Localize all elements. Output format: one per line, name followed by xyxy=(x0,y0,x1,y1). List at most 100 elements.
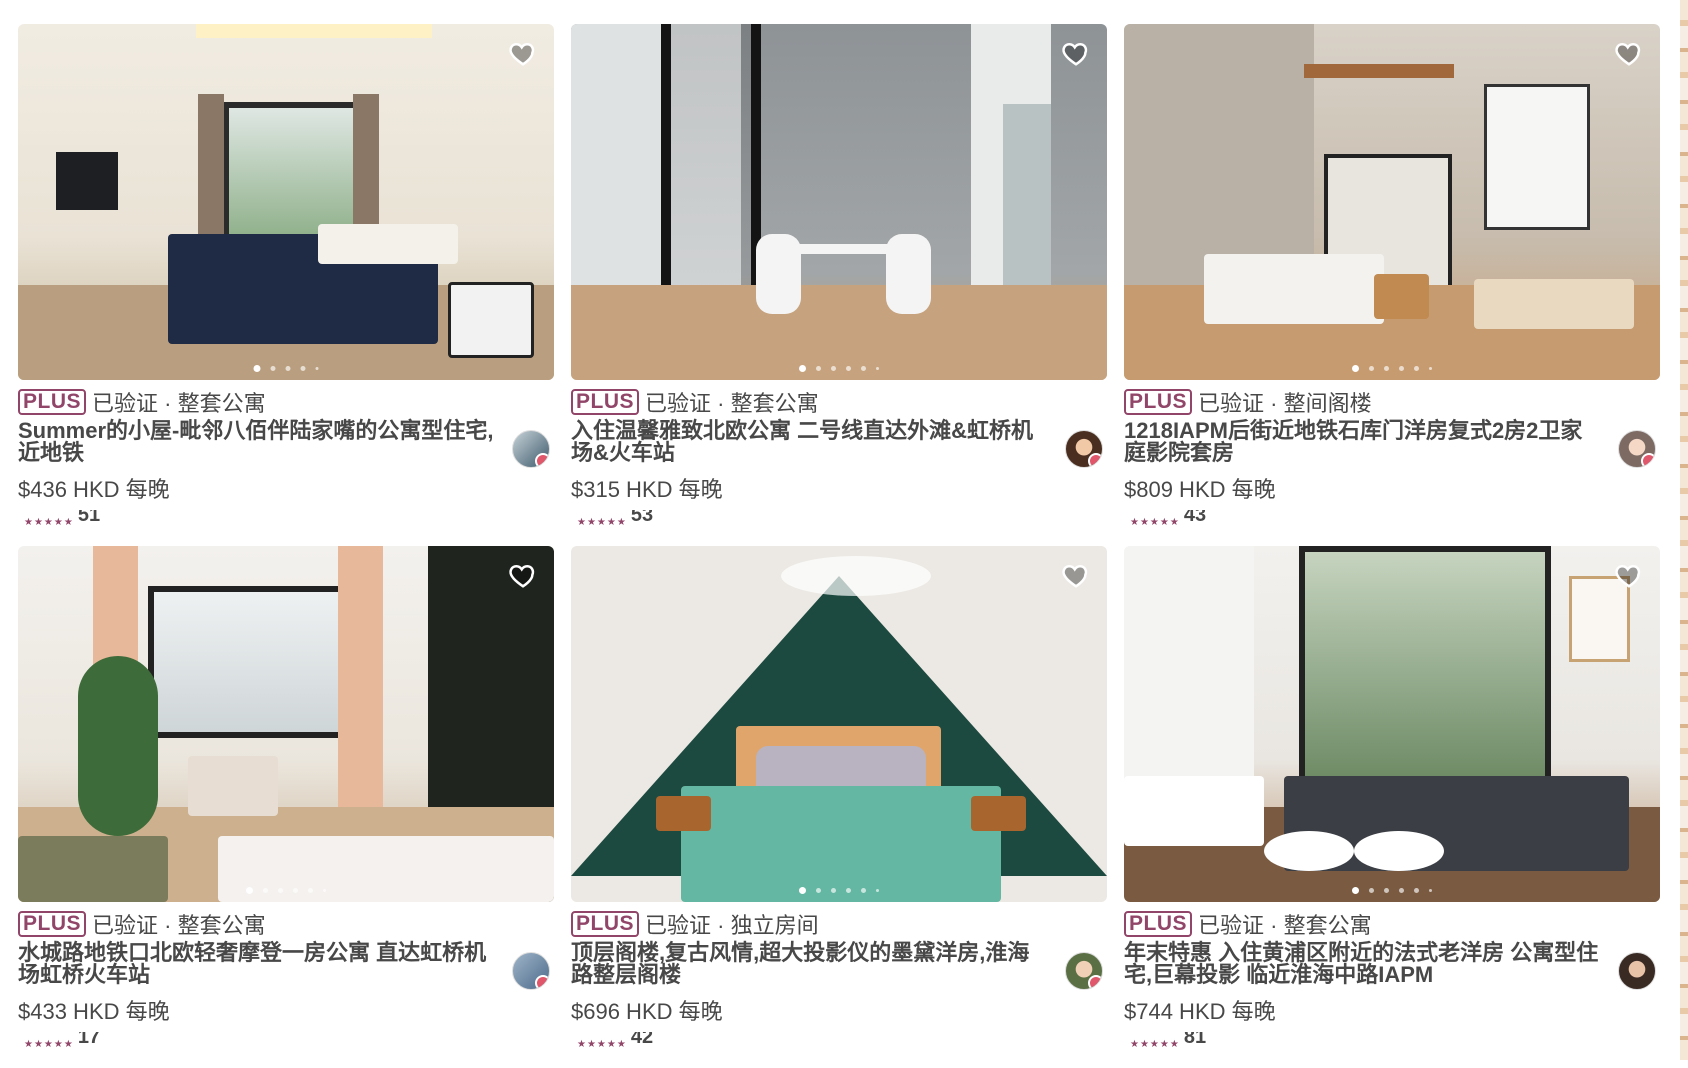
star-icon: ★★★★★ xyxy=(1130,1039,1180,1050)
superhost-badge-icon xyxy=(1088,975,1102,989)
listing-title[interactable]: 入住温馨雅致北欧公寓 二号线直达外滩&虹桥机场&火车站 xyxy=(571,420,1051,464)
favorite-heart-icon[interactable] xyxy=(1061,560,1091,590)
carousel-dot[interactable] xyxy=(315,367,319,370)
carousel-dots xyxy=(1352,887,1432,894)
favorite-heart-icon[interactable] xyxy=(1614,560,1644,590)
listing-price: $744 HKD 每晚 xyxy=(1124,999,1276,1024)
carousel-dot[interactable] xyxy=(253,365,261,372)
host-avatar[interactable] xyxy=(512,430,550,468)
host-avatar[interactable] xyxy=(1065,430,1103,468)
carousel-dot[interactable] xyxy=(278,888,283,893)
carousel-dot[interactable] xyxy=(323,889,326,892)
listing-title[interactable]: 1218IAPM后街近地铁石库门洋房复式2房2卫家庭影院套房 xyxy=(1124,420,1604,464)
listing-card[interactable]: PLUS 已验证 · 整套公寓 入住温馨雅致北欧公寓 二号线直达外滩&虹桥机场&… xyxy=(571,24,1107,546)
carousel-dot[interactable] xyxy=(270,366,276,371)
carousel-dot[interactable] xyxy=(1352,887,1359,894)
carousel-dot[interactable] xyxy=(1352,365,1359,372)
carousel-dot[interactable] xyxy=(1369,888,1374,893)
listing-title[interactable]: 年末特惠 入住黄浦区附近的法式老洋房 公寓型住宅,巨幕投影 临近淮海中路IAPM xyxy=(1124,942,1604,986)
carousel-dot[interactable] xyxy=(816,366,821,371)
carousel-dots xyxy=(799,887,879,894)
listing-card[interactable]: PLUS 已验证 · 整套公寓 年末特惠 入住黄浦区附近的法式老洋房 公寓型住宅… xyxy=(1124,546,1660,1068)
listing-photo[interactable] xyxy=(571,546,1107,902)
plus-badge: PLUS xyxy=(1124,389,1193,415)
star-icon: ★★★★★ xyxy=(1130,517,1180,528)
favorite-heart-icon[interactable] xyxy=(1614,38,1644,68)
carousel-dot[interactable] xyxy=(1429,367,1432,370)
carousel-dot[interactable] xyxy=(876,889,879,892)
listing-type: 已验证 · 整间阁楼 xyxy=(1198,391,1372,416)
star-icon: ★★★★★ xyxy=(24,517,74,528)
listing-price: $315 HKD 每晚 xyxy=(571,477,723,502)
carousel-dot[interactable] xyxy=(1414,888,1419,893)
listing-photo[interactable] xyxy=(18,24,554,380)
listing-rating: ★★★★★ 43 xyxy=(1124,510,1660,528)
carousel-dot[interactable] xyxy=(285,366,291,371)
carousel-dot[interactable] xyxy=(861,888,866,893)
carousel-dot[interactable] xyxy=(831,366,836,371)
carousel-dot[interactable] xyxy=(263,888,268,893)
carousel-dot[interactable] xyxy=(1429,889,1432,892)
listing-card[interactable]: PLUS 已验证 · 独立房间 顶层阁楼,复古风情,超大投影仪的墨黛洋房,淮海路… xyxy=(571,546,1107,1068)
listing-rating: ★★★★★ 17 xyxy=(18,1032,554,1050)
carousel-dot[interactable] xyxy=(293,888,298,893)
host-avatar[interactable] xyxy=(1618,952,1656,990)
carousel-dot[interactable] xyxy=(1369,366,1374,371)
host-avatar[interactable] xyxy=(1618,430,1656,468)
carousel-dot[interactable] xyxy=(861,366,866,371)
carousel-dot[interactable] xyxy=(1399,888,1404,893)
superhost-badge-icon xyxy=(535,453,549,467)
listing-type-row: PLUS 已验证 · 整套公寓 xyxy=(18,386,554,418)
carousel-dot[interactable] xyxy=(846,366,851,371)
listing-type: 已验证 · 整套公寓 xyxy=(92,913,266,938)
carousel-dot[interactable] xyxy=(1399,366,1404,371)
listing-title[interactable]: 水城路地铁口北欧轻奢摩登一房公寓 直达虹桥机场虹桥火车站 xyxy=(18,942,498,986)
listing-title[interactable]: 顶层阁楼,复古风情,超大投影仪的墨黛洋房,淮海路整层阁楼 xyxy=(571,942,1051,986)
carousel-dot[interactable] xyxy=(816,888,821,893)
listing-price: $436 HKD 每晚 xyxy=(18,477,170,502)
listing-photo[interactable] xyxy=(571,24,1107,380)
carousel-dot[interactable] xyxy=(831,888,836,893)
carousel-dot[interactable] xyxy=(300,366,306,371)
listing-price: $809 HKD 每晚 xyxy=(1124,477,1276,502)
carousel-dot[interactable] xyxy=(246,887,253,894)
review-count: 81 xyxy=(1183,1032,1207,1048)
carousel-dot[interactable] xyxy=(799,365,806,372)
listing-rating: ★★★★★ 42 xyxy=(571,1032,1107,1050)
carousel-dots xyxy=(253,365,319,372)
cut-off-header xyxy=(0,0,1688,6)
listing-rating: ★★★★★ 53 xyxy=(571,510,1107,528)
listing-card[interactable]: PLUS 已验证 · 整套公寓 水城路地铁口北欧轻奢摩登一房公寓 直达虹桥机场虹… xyxy=(18,546,554,1068)
carousel-dot[interactable] xyxy=(1384,888,1389,893)
superhost-badge-icon xyxy=(1088,453,1102,467)
favorite-heart-icon[interactable] xyxy=(508,38,538,68)
favorite-heart-icon[interactable] xyxy=(508,560,538,590)
listing-photo[interactable] xyxy=(18,546,554,902)
carousel-dots xyxy=(1352,365,1432,372)
listing-type: 已验证 · 整套公寓 xyxy=(1198,913,1372,938)
listing-photo[interactable] xyxy=(1124,24,1660,380)
listing-type-row: PLUS 已验证 · 整间阁楼 xyxy=(1124,386,1660,418)
favorite-heart-icon[interactable] xyxy=(1061,38,1091,68)
carousel-dot[interactable] xyxy=(799,887,806,894)
carousel-dot[interactable] xyxy=(876,367,879,370)
review-count: 51 xyxy=(77,510,101,526)
listing-title[interactable]: Summer的小屋-毗邻八佰伴陆家嘴的公寓型住宅,近地铁 xyxy=(18,420,498,464)
host-avatar[interactable] xyxy=(1065,952,1103,990)
carousel-dot[interactable] xyxy=(846,888,851,893)
carousel-dot[interactable] xyxy=(1414,366,1419,371)
carousel-dot[interactable] xyxy=(308,888,313,893)
listing-card[interactable]: PLUS 已验证 · 整套公寓 Summer的小屋-毗邻八佰伴陆家嘴的公寓型住宅… xyxy=(18,24,554,546)
listing-grid: PLUS 已验证 · 整套公寓 Summer的小屋-毗邻八佰伴陆家嘴的公寓型住宅… xyxy=(18,24,1660,1068)
listing-type-row: PLUS 已验证 · 独立房间 xyxy=(571,908,1107,940)
listing-type-row: PLUS 已验证 · 整套公寓 xyxy=(1124,908,1660,940)
carousel-dot[interactable] xyxy=(1384,366,1389,371)
host-avatar[interactable] xyxy=(512,952,550,990)
review-count: 53 xyxy=(630,510,654,526)
plus-badge: PLUS xyxy=(18,389,87,415)
listing-card[interactable]: PLUS 已验证 · 整间阁楼 1218IAPM后街近地铁石库门洋房复式2房2卫… xyxy=(1124,24,1660,546)
listing-type-row: PLUS 已验证 · 整套公寓 xyxy=(18,908,554,940)
listing-photo[interactable] xyxy=(1124,546,1660,902)
plus-badge: PLUS xyxy=(571,911,640,937)
review-count: 17 xyxy=(77,1032,101,1048)
